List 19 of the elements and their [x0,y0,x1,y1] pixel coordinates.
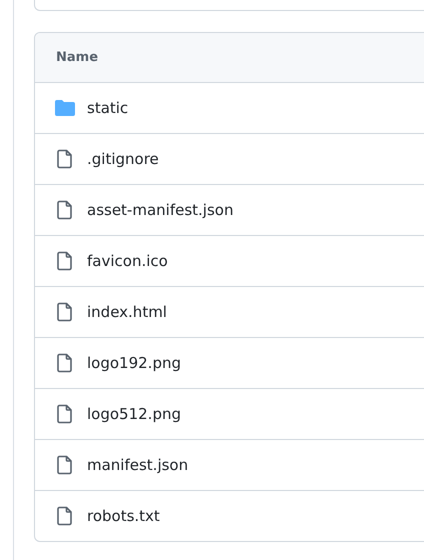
file-icon [55,200,75,220]
file-link[interactable]: logo192.png [87,354,181,372]
file-icon [55,455,75,475]
file-link[interactable]: robots.txt [87,507,160,525]
file-link[interactable]: asset-manifest.json [87,201,234,219]
file-icon [55,149,75,169]
folder-icon [55,100,75,116]
file-link[interactable]: .gitignore [87,150,159,168]
file-icon [55,302,75,322]
file-link[interactable]: logo512.png [87,405,181,423]
file-icon [55,404,75,424]
file-link[interactable]: index.html [87,303,167,321]
file-link[interactable]: static [87,99,128,117]
file-link[interactable]: favicon.ico [87,252,168,270]
file-link[interactable]: manifest.json [87,456,188,474]
column-header: Name [56,50,98,65]
file-icon [55,251,75,271]
file-icon [55,506,75,526]
file-icon [55,353,75,373]
